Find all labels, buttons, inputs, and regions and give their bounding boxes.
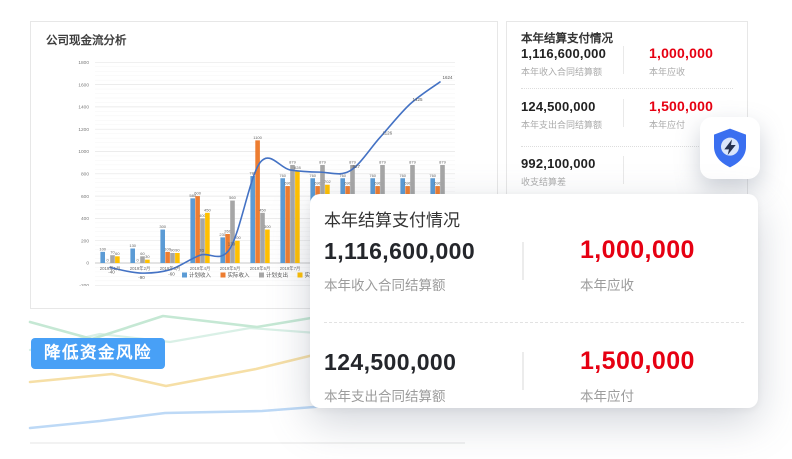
svg-text:760: 760 xyxy=(279,173,286,178)
svg-text:879: 879 xyxy=(289,159,296,164)
svg-text:800: 800 xyxy=(81,172,89,178)
shield-lightning-icon xyxy=(710,126,750,170)
svg-text:-60: -60 xyxy=(168,272,175,277)
svg-text:200: 200 xyxy=(81,238,89,244)
net-balance-value: 992,100,000 xyxy=(521,156,596,171)
svg-text:2019年7月: 2019年7月 xyxy=(280,265,301,272)
svg-text:2019年5月: 2019年5月 xyxy=(220,265,241,272)
payable-value: 1,500,000 xyxy=(649,98,713,114)
svg-text:300: 300 xyxy=(264,224,271,229)
receivable-value: 1,000,000 xyxy=(649,45,713,61)
svg-text:300: 300 xyxy=(159,224,166,229)
settlement-popup-card: 本年结算支付情况 1,116,600,000 1,000,000 本年收入合同结… xyxy=(310,194,758,408)
svg-text:400: 400 xyxy=(81,216,89,222)
svg-text:1800: 1800 xyxy=(78,60,89,66)
payable-caption: 本年应付 xyxy=(649,118,685,131)
svg-text:879: 879 xyxy=(379,159,386,164)
svg-text:879: 879 xyxy=(319,159,326,164)
svg-text:450: 450 xyxy=(204,207,211,212)
svg-text:计划收入: 计划收入 xyxy=(189,271,212,279)
svg-text:1600: 1600 xyxy=(78,82,89,88)
svg-text:450: 450 xyxy=(259,207,266,212)
svg-text:2019年2月: 2019年2月 xyxy=(130,265,151,272)
column-divider xyxy=(522,352,524,390)
column-divider xyxy=(623,99,624,127)
svg-text:0: 0 xyxy=(86,261,89,267)
expense-settlement-caption: 本年支出合同结算额 xyxy=(521,118,602,131)
svg-text:560: 560 xyxy=(229,195,236,200)
finance-dashboard-page: 公司现金流分析 -2000200400600800100012001400160… xyxy=(0,0,792,459)
svg-text:879: 879 xyxy=(439,159,446,164)
column-divider xyxy=(623,156,624,184)
svg-text:879: 879 xyxy=(409,159,416,164)
svg-text:760: 760 xyxy=(399,173,406,178)
svg-text:1425: 1425 xyxy=(413,97,424,102)
chart-title: 公司现金流分析 xyxy=(46,32,127,48)
column-divider xyxy=(623,46,624,74)
svg-text:1200: 1200 xyxy=(78,127,89,133)
svg-text:70: 70 xyxy=(199,248,205,253)
summary-panel-title: 本年结算支付情况 xyxy=(521,30,613,46)
svg-text:100: 100 xyxy=(99,246,106,251)
expense-settlement-caption-large: 本年支出合同结算额 xyxy=(324,385,446,405)
income-settlement-caption: 本年收入合同结算额 xyxy=(521,65,602,78)
payable-value-large: 1,500,000 xyxy=(580,347,695,376)
svg-text:90: 90 xyxy=(175,247,180,252)
svg-text:1100: 1100 xyxy=(253,135,262,140)
svg-text:1000: 1000 xyxy=(78,149,89,155)
svg-text:60: 60 xyxy=(115,251,120,256)
expense-settlement-value-large: 124,500,000 xyxy=(324,349,456,376)
svg-text:760: 760 xyxy=(369,173,376,178)
svg-text:计划支出: 计划支出 xyxy=(266,271,288,279)
svg-text:-90: -90 xyxy=(138,275,145,280)
chart-legend: 计划收入实际收入计划支出实际支出 xyxy=(182,271,327,279)
svg-text:-200: -200 xyxy=(79,283,89,286)
risk-protection-button[interactable] xyxy=(700,117,760,179)
svg-text:2019年6月: 2019年6月 xyxy=(250,265,271,272)
expense-settlement-value: 124,500,000 xyxy=(521,99,596,114)
svg-text:600: 600 xyxy=(194,191,201,196)
popup-title: 本年结算支付情况 xyxy=(324,206,460,231)
svg-text:600: 600 xyxy=(81,194,89,200)
payable-caption-large: 本年应付 xyxy=(580,385,634,405)
net-balance-caption: 收支结算差 xyxy=(521,175,566,188)
svg-text:760: 760 xyxy=(309,173,316,178)
svg-text:0: 0 xyxy=(136,258,139,263)
receivable-value-large: 1,000,000 xyxy=(580,236,695,265)
svg-text:1624: 1624 xyxy=(443,75,454,80)
svg-text:130: 130 xyxy=(129,243,136,248)
receivable-caption: 本年应收 xyxy=(649,65,685,78)
income-settlement-caption-large: 本年收入合同结算额 xyxy=(324,274,446,294)
svg-text:实际收入: 实际收入 xyxy=(228,271,251,279)
svg-text:2019年1月: 2019年1月 xyxy=(100,265,121,272)
svg-text:702: 702 xyxy=(324,179,331,184)
income-settlement-value-large: 1,116,600,000 xyxy=(324,238,475,265)
svg-text:0: 0 xyxy=(106,258,109,263)
svg-text:2019年4月: 2019年4月 xyxy=(190,265,211,272)
row-divider xyxy=(521,88,733,89)
receivable-caption-large: 本年应收 xyxy=(580,274,634,294)
svg-text:30: 30 xyxy=(145,254,150,259)
svg-text:1126: 1126 xyxy=(383,130,393,135)
svg-text:828: 828 xyxy=(294,165,301,170)
risk-reduction-badge: 降低资金风险 xyxy=(31,338,165,369)
income-settlement-value: 1,116,600,000 xyxy=(521,46,606,61)
svg-text:130: 130 xyxy=(228,242,236,247)
risk-reduction-label: 降低资金风险 xyxy=(44,344,152,362)
svg-text:760: 760 xyxy=(429,173,436,178)
row-divider xyxy=(324,322,744,323)
svg-text:2019年3月: 2019年3月 xyxy=(160,265,181,272)
column-divider xyxy=(522,242,524,280)
svg-text:1400: 1400 xyxy=(78,105,89,111)
svg-text:827: 827 xyxy=(353,164,361,169)
